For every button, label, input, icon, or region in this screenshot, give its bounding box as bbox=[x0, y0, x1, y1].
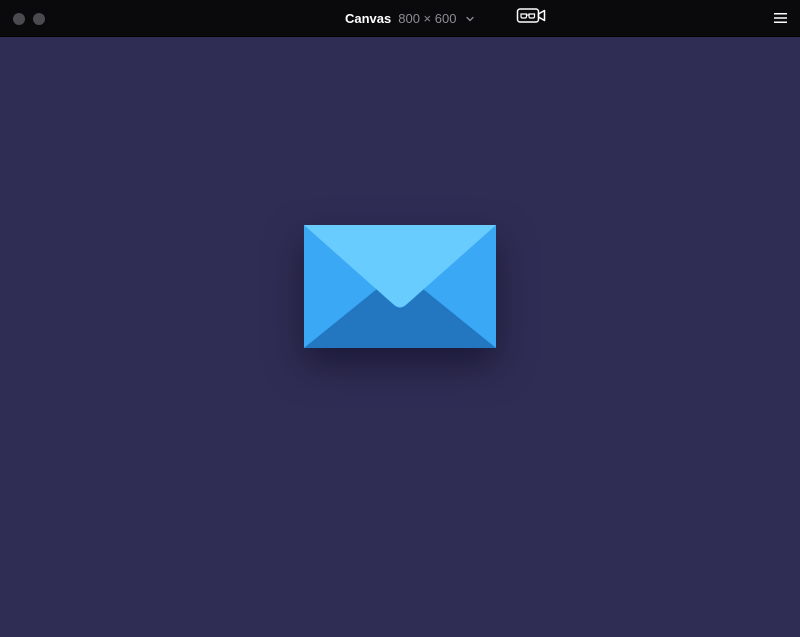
canvas-size-label: 800 × 600 bbox=[398, 11, 457, 26]
envelope-icon bbox=[304, 225, 496, 348]
canvas-area bbox=[0, 37, 800, 637]
app-window: Canvas 800 × 600 bbox=[0, 0, 800, 637]
close-window-button[interactable] bbox=[13, 13, 25, 25]
window-title: Canvas bbox=[345, 11, 392, 26]
hamburger-menu-icon[interactable] bbox=[774, 12, 787, 24]
chevron-down-icon bbox=[466, 16, 475, 21]
title-bar: Canvas 800 × 600 bbox=[0, 0, 800, 37]
canvas-size-selector[interactable]: Canvas 800 × 600 bbox=[345, 0, 476, 37]
vr-camera-icon[interactable] bbox=[516, 6, 546, 25]
minimize-window-button[interactable] bbox=[33, 13, 45, 25]
